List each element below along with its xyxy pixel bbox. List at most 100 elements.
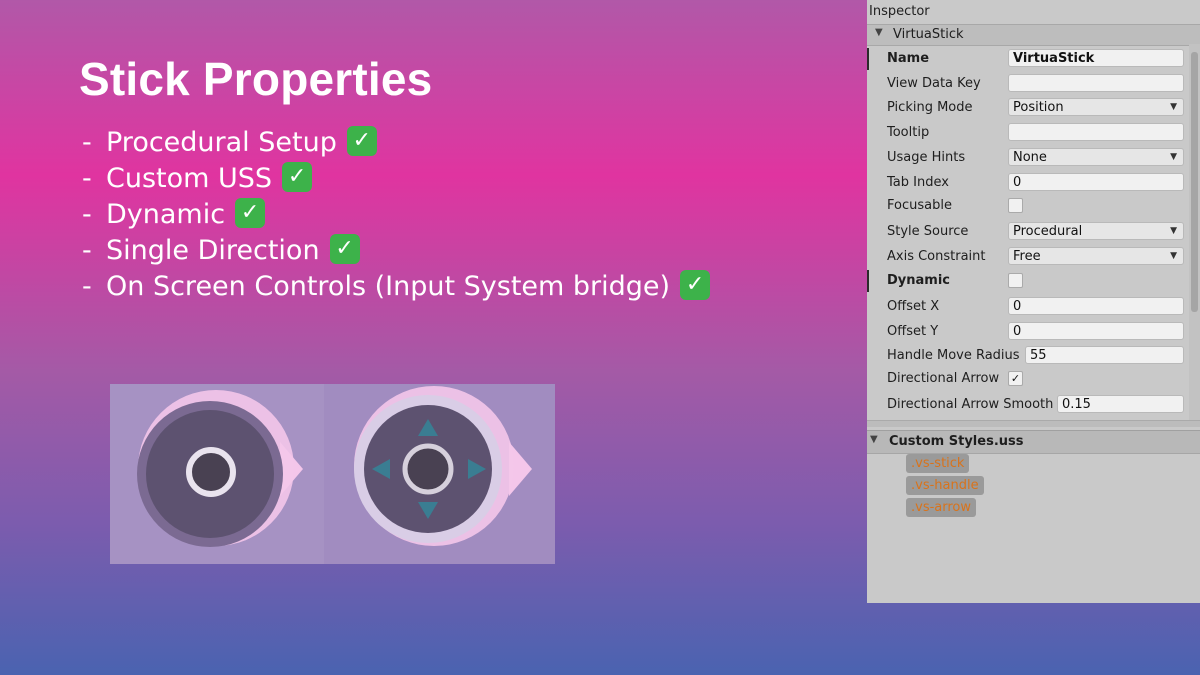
focusable-checkbox[interactable]: [1008, 198, 1023, 213]
component-header[interactable]: ▼ VirtuaStick: [867, 24, 1200, 46]
check-mark-icon: ✓: [680, 269, 711, 300]
property-label: Directional Arrow: [887, 371, 1000, 386]
scrollbar-thumb[interactable]: [1191, 52, 1198, 312]
property-label: Offset X: [887, 299, 940, 314]
offset-y-field[interactable]: 0: [1008, 322, 1184, 340]
row-offset-y: Offset Y 0: [867, 321, 1187, 343]
inspector-tab[interactable]: Inspector: [869, 4, 930, 19]
feature-item: - Custom USS ✓: [82, 161, 710, 197]
tooltip-field[interactable]: [1008, 123, 1184, 141]
dropdown-caret-icon: ▼: [1170, 152, 1177, 162]
dropdown-value: Free: [1013, 249, 1041, 264]
row-tooltip: Tooltip: [867, 122, 1187, 144]
feature-item: - Dynamic ✓: [82, 197, 710, 233]
dropdown-caret-icon: ▼: [1170, 226, 1177, 236]
bullet-dash: -: [82, 127, 92, 158]
uss-foldout-header[interactable]: ▼ Custom Styles.uss: [867, 430, 1200, 454]
property-label: Focusable: [887, 198, 952, 213]
property-label: Tab Index: [887, 175, 949, 190]
row-directional-arrow-smooth: Directional Arrow Smooth 0.15: [867, 394, 1187, 416]
name-field[interactable]: VirtuaStick: [1008, 49, 1184, 67]
inspector-panel: Inspector ▼ VirtuaStick Name VirtuaStick…: [867, 0, 1200, 603]
feature-text: Single Direction: [106, 235, 320, 266]
property-label: Tooltip: [887, 125, 930, 140]
check-mark-icon: ✓: [346, 125, 377, 156]
stick-handle[interactable]: [402, 443, 454, 495]
slide-title: Stick Properties: [79, 53, 433, 105]
row-directional-arrow: Directional Arrow ✓: [867, 368, 1187, 390]
foldout-arrow-icon[interactable]: ▼: [870, 434, 878, 445]
property-label: Style Source: [887, 224, 969, 239]
dropdown-caret-icon: ▼: [1170, 251, 1177, 261]
modified-marker: [867, 270, 869, 292]
collapsed-section: [867, 420, 1200, 427]
row-focusable: Focusable: [867, 195, 1187, 217]
feature-item: - Single Direction ✓: [82, 233, 710, 269]
feature-text: Procedural Setup: [106, 127, 337, 158]
component-title: VirtuaStick: [893, 27, 964, 42]
row-tab-index: Tab Index 0: [867, 172, 1187, 194]
uss-title: Custom Styles.uss: [889, 434, 1024, 449]
list-item: .vs-arrow: [906, 498, 984, 520]
view-data-key-field[interactable]: [1008, 74, 1184, 92]
bullet-dash: -: [82, 199, 92, 230]
axis-constraint-dropdown[interactable]: Free ▼: [1008, 247, 1184, 265]
feature-text: Custom USS: [106, 163, 273, 194]
stick-preview-basic: [110, 384, 324, 564]
property-label: Picking Mode: [887, 100, 973, 115]
feature-item: - Procedural Setup ✓: [82, 125, 710, 161]
check-mark-icon: ✓: [282, 161, 313, 192]
property-label: Directional Arrow Smooth: [887, 397, 1054, 412]
dynamic-checkbox[interactable]: [1008, 273, 1023, 288]
uss-class-stick[interactable]: .vs-stick: [906, 454, 970, 473]
offset-x-field[interactable]: 0: [1008, 297, 1184, 315]
property-label: Name: [887, 51, 930, 66]
feature-list: - Procedural Setup ✓ - Custom USS ✓ - Dynamic…: [82, 125, 711, 305]
row-handle-move-radius: Handle Move Radius 55: [867, 345, 1187, 367]
bullet-dash: -: [82, 271, 92, 302]
property-list: Name VirtuaStick View Data Key Picking M…: [867, 48, 1187, 420]
row-picking-mode: Picking Mode Position ▼: [867, 97, 1187, 119]
stick-preview-arrows: [324, 384, 555, 564]
row-view-data-key: View Data Key: [867, 73, 1187, 95]
modified-marker: [867, 48, 869, 70]
property-label: Axis Constraint: [887, 249, 986, 264]
property-label: Dynamic: [887, 273, 951, 288]
feature-text: Dynamic: [106, 199, 226, 230]
stick-preview-panel: [110, 384, 555, 564]
bullet-dash: -: [82, 235, 92, 266]
dropdown-caret-icon: ▼: [1170, 102, 1177, 112]
directional-arrow-smooth-field[interactable]: 0.15: [1057, 395, 1184, 413]
property-label: Offset Y: [887, 324, 939, 339]
dropdown-value: Position: [1013, 100, 1064, 115]
row-dynamic: Dynamic: [867, 270, 1187, 292]
foldout-arrow-icon[interactable]: ▼: [875, 27, 883, 38]
joystick-arrows-graphic: [354, 386, 532, 546]
picking-mode-dropdown[interactable]: Position ▼: [1008, 98, 1184, 116]
list-item: .vs-handle: [906, 476, 984, 498]
list-item: .vs-stick: [906, 454, 984, 476]
uss-class-list: .vs-stick .vs-handle .vs-arrow: [906, 454, 984, 520]
stick-handle[interactable]: [186, 447, 236, 497]
uss-class-handle[interactable]: .vs-handle: [906, 476, 984, 495]
feature-text: On Screen Controls (Input System bridge): [106, 271, 671, 302]
dropdown-value: Procedural: [1013, 224, 1083, 239]
row-style-source: Style Source Procedural ▼: [867, 221, 1187, 243]
feature-item: - On Screen Controls (Input System bridge…: [82, 269, 711, 305]
check-mark-icon: ✓: [235, 197, 266, 228]
row-axis-constraint: Axis Constraint Free ▼: [867, 246, 1187, 268]
style-source-dropdown[interactable]: Procedural ▼: [1008, 222, 1184, 240]
uss-class-arrow[interactable]: .vs-arrow: [906, 498, 977, 517]
property-label: Usage Hints: [887, 150, 966, 165]
directional-arrow-checkbox[interactable]: ✓: [1008, 371, 1023, 386]
joystick-basic-graphic: [137, 390, 303, 547]
property-label: Handle Move Radius: [887, 348, 1020, 363]
property-label: View Data Key: [887, 76, 981, 91]
check-mark-icon: ✓: [329, 233, 360, 264]
handle-move-radius-field[interactable]: 55: [1025, 346, 1184, 364]
bullet-dash: -: [82, 163, 92, 194]
row-name: Name VirtuaStick: [867, 48, 1187, 70]
row-usage-hints: Usage Hints None ▼: [867, 147, 1187, 169]
usage-hints-dropdown[interactable]: None ▼: [1008, 148, 1184, 166]
tab-index-field[interactable]: 0: [1008, 173, 1184, 191]
